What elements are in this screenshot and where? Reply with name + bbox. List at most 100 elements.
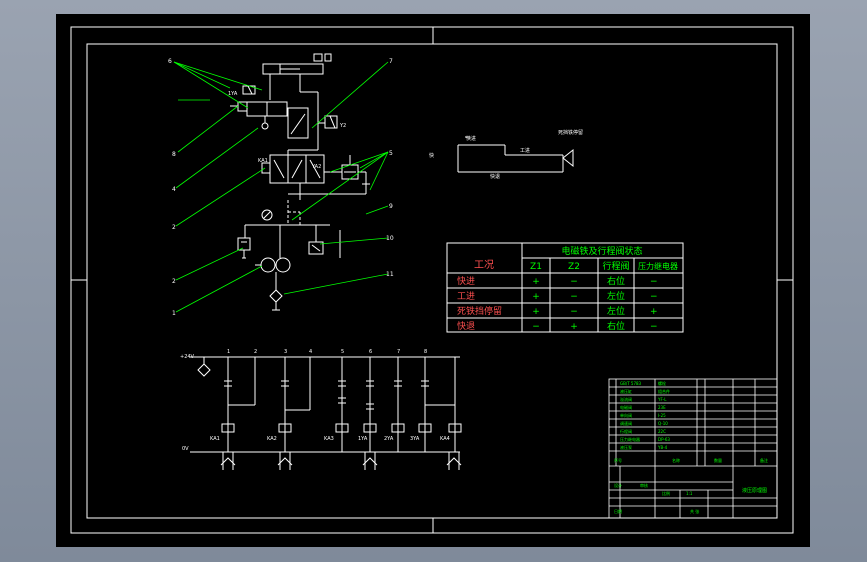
svg-text:DP-63: DP-63: [658, 437, 670, 442]
callout-leaders: [173, 61, 389, 313]
callout-9: 9: [389, 203, 393, 210]
row-relay: −: [650, 277, 658, 287]
svg-text:行程阀: 行程阀: [620, 428, 632, 434]
svg-text:22C: 22C: [658, 429, 666, 434]
row-z2: +: [570, 322, 578, 332]
row-z1: −: [532, 322, 540, 332]
callout-2b: 2: [172, 278, 176, 285]
row-z1: +: [532, 307, 540, 317]
callout-10: 10: [386, 235, 394, 242]
svg-text:电磁阀: 电磁阀: [620, 404, 632, 410]
header-z2: Z2: [568, 262, 580, 272]
svg-text:序号: 序号: [614, 457, 622, 463]
rail-top-label: +24V: [180, 354, 195, 360]
label-work-feed: 工进: [520, 147, 530, 154]
inner-frame: [86, 43, 778, 519]
label-start: 快: [429, 152, 434, 159]
row-z2: −: [570, 277, 578, 287]
callout-2a: 2: [172, 224, 176, 231]
svg-text:Q-10: Q-10: [658, 421, 668, 426]
outer-frame: [70, 26, 794, 534]
svg-text:日期: 日期: [614, 508, 622, 514]
svg-text:数量: 数量: [714, 457, 722, 463]
row-z2: −: [570, 307, 578, 317]
callout-6: 6: [168, 58, 172, 65]
row-valve: 左位: [607, 305, 625, 317]
column-number: 6: [369, 349, 372, 355]
callout-numbers: 6 8 4 2 2 1 7 5 9 10 11: [168, 58, 394, 317]
label-ya2: YA2: [311, 164, 321, 170]
label-return: 快退: [490, 173, 500, 180]
coil-label: KA3: [324, 436, 334, 442]
row-valve: 右位: [607, 275, 625, 287]
svg-text:YB-4: YB-4: [657, 445, 668, 450]
coil-label: 3YA: [410, 436, 420, 442]
svg-text:审核: 审核: [640, 482, 648, 488]
row-valve: 右位: [607, 320, 625, 332]
row-relay: −: [650, 292, 658, 302]
svg-text:比例: 比例: [662, 490, 670, 496]
row-z1: +: [532, 277, 540, 287]
coil-label: KA1: [210, 436, 220, 442]
svg-text:溢流阀: 溢流阀: [620, 396, 632, 402]
header-mode: 工况: [474, 259, 494, 271]
svg-text:共 张: 共 张: [690, 508, 699, 514]
header-valve: 行程阀: [602, 260, 629, 272]
svg-text:单向阀: 单向阀: [620, 412, 632, 418]
callout-7: 7: [389, 58, 393, 65]
callout-4: 4: [172, 186, 176, 193]
svg-text:名称: 名称: [672, 457, 680, 463]
label-ka1: KA1: [258, 158, 268, 164]
callout-8: 8: [172, 151, 176, 158]
row-mode: 死铁挡停留: [457, 305, 502, 317]
column-number: 5: [341, 349, 344, 355]
row-mode: 工进: [457, 291, 475, 302]
label-fast-forward: 快进: [466, 135, 476, 142]
column-number: 1: [227, 349, 230, 355]
svg-text:压力继电器: 压力继电器: [620, 436, 640, 442]
row-valve: 左位: [607, 290, 625, 302]
svg-text:组合件: 组合件: [658, 388, 670, 394]
svg-text:液压泵: 液压泵: [620, 444, 632, 450]
callout-11: 11: [386, 271, 394, 278]
drawing-canvas: 6 8 4 2 2 1 7 5 9 10 11 1YA Y2 YA2 KA1 快…: [70, 26, 794, 534]
row-mode: 快进: [457, 275, 475, 287]
label-1ya: 1YA: [228, 91, 238, 97]
coil-label: 1YA: [358, 436, 368, 442]
row-relay: +: [650, 307, 658, 317]
svg-text:螺栓: 螺栓: [658, 380, 666, 386]
header-z1: Z1: [530, 262, 542, 272]
svg-text:调速阀: 调速阀: [620, 420, 632, 426]
callout-5: 5: [389, 150, 393, 157]
header-relay: 压力继电器: [638, 261, 678, 271]
row-relay: −: [650, 322, 658, 332]
coil-label: KA4: [440, 436, 450, 442]
svg-text:设计: 设计: [614, 482, 622, 488]
ladder-labels: +24V 0V 1 2 3 4 5 6 7 8 KA1 KA2 KA3 1YA …: [180, 349, 450, 452]
svg-text:GB/T 5783: GB/T 5783: [620, 381, 642, 386]
cycle-diagram: [457, 136, 574, 173]
svg-text:23E: 23E: [658, 405, 666, 410]
callout-1: 1: [172, 310, 176, 317]
row-z1: +: [532, 292, 540, 302]
column-number: 3: [284, 349, 287, 355]
table-title: 电磁铁及行程阀状态: [561, 245, 642, 257]
label-y2: Y2: [339, 123, 346, 129]
svg-text:I-25: I-25: [658, 413, 666, 418]
rail-bottom-label: 0V: [182, 446, 189, 452]
drawing-title: 液压原理图: [742, 487, 767, 494]
ladder-diagram: [190, 356, 462, 470]
scale-value: 1:1: [686, 491, 693, 496]
cad-viewport: 6 8 4 2 2 1 7 5 9 10 11 1YA Y2 YA2 KA1 快…: [0, 0, 867, 562]
title-block: [608, 378, 778, 519]
svg-text:液压缸: 液压缸: [620, 388, 632, 394]
svg-text:备注: 备注: [760, 457, 768, 463]
coil-label: 2YA: [384, 436, 394, 442]
label-dead-stop: 死挡铁停留: [558, 129, 583, 136]
svg-text:YF-L: YF-L: [657, 397, 667, 402]
column-number: 7: [397, 349, 400, 355]
coil-label: KA2: [267, 436, 277, 442]
column-number: 4: [309, 349, 312, 355]
row-z2: −: [570, 292, 578, 302]
column-number: 2: [254, 349, 257, 355]
